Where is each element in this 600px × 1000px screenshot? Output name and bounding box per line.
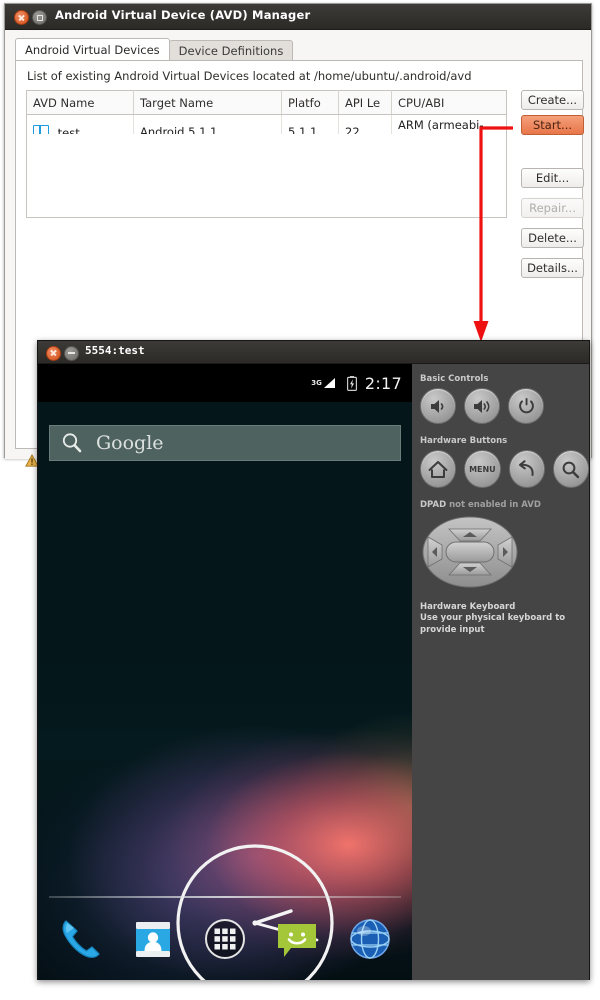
phone-icon[interactable] — [54, 913, 106, 965]
emulator-title: 5554:test — [85, 344, 145, 357]
delete-button[interactable]: Delete... — [521, 228, 584, 248]
close-icon[interactable] — [46, 345, 61, 361]
hardware-buttons-row: MENU — [420, 450, 589, 488]
column-header-target-name[interactable]: Target Name — [133, 90, 282, 115]
power-icon[interactable] — [508, 388, 544, 424]
column-header-platform[interactable]: Platfo — [281, 90, 339, 115]
column-header-cpu-abi[interactable]: CPU/ABI — [391, 90, 507, 115]
status-clock: 2:17 — [364, 373, 402, 393]
create-button[interactable]: Create... — [521, 90, 584, 110]
edit-button[interactable]: Edit... — [521, 168, 584, 188]
menu-icon[interactable]: MENU — [464, 450, 501, 488]
messaging-icon[interactable] — [271, 913, 323, 965]
tab-device-definitions[interactable]: Device Definitions — [168, 40, 294, 61]
hardware-keyboard-text: Use your physical keyboard to provide in… — [420, 613, 566, 635]
search-placeholder-label: Google — [96, 432, 164, 454]
device-screen[interactable]: 3G 2:17 Google — [38, 364, 412, 980]
column-header-api-level[interactable]: API Le — [338, 90, 392, 115]
minimize-icon[interactable] — [64, 345, 79, 361]
hardware-keyboard-title: Hardware Keyboard — [420, 602, 516, 612]
table-empty-area[interactable] — [26, 134, 507, 218]
emulator-body: 3G 2:17 Google Basic Controls Hardware B… — [38, 364, 589, 980]
home-icon[interactable] — [420, 450, 457, 488]
avd-manager-titlebar: Android Virtual Device (AVD) Manager — [5, 4, 591, 30]
browser-icon[interactable] — [344, 913, 396, 965]
contacts-icon[interactable] — [127, 913, 179, 965]
tab-android-virtual-devices[interactable]: Android Virtual Devices — [15, 38, 170, 61]
dpad-label-strong: DPAD — [420, 500, 447, 510]
volume-down-glyph — [430, 399, 443, 413]
signal-bars-icon — [323, 378, 335, 388]
emulator-controls-panel: Basic Controls Hardware Buttons MENU DPA… — [412, 364, 589, 980]
table-header-row: AVD Name Target Name Platfo API Le CPU/A… — [26, 90, 507, 115]
basic-controls-row — [420, 388, 589, 424]
dpad-label-rest: not enabled in AVD — [446, 500, 541, 510]
search-icon — [62, 433, 82, 453]
app-drawer-icon[interactable] — [199, 913, 251, 965]
search-icon[interactable] — [552, 450, 589, 488]
hardware-keyboard-label: Hardware Keyboard Use your physical keyb… — [420, 602, 589, 636]
basic-controls-label: Basic Controls — [420, 374, 489, 384]
status-bar: 3G 2:17 — [38, 364, 412, 402]
volume-down-icon[interactable] — [420, 388, 456, 424]
hardware-buttons-label: Hardware Buttons — [420, 436, 508, 446]
close-icon[interactable] — [14, 10, 29, 25]
home-glyph — [428, 460, 448, 478]
volume-up-glyph — [473, 399, 490, 413]
back-icon[interactable] — [508, 450, 545, 488]
start-button[interactable]: Start... — [521, 115, 584, 135]
maximize-icon[interactable] — [32, 10, 47, 25]
tabstrip: Android Virtual Devices Device Definitio… — [15, 38, 294, 61]
repair-button: Repair... — [521, 198, 584, 218]
battery-charging-icon — [346, 375, 357, 391]
dpad-label: DPAD not enabled in AVD — [420, 500, 589, 510]
search-glyph — [562, 461, 580, 478]
network-type-label: 3G — [311, 379, 322, 387]
details-button[interactable]: Details... — [521, 258, 584, 278]
power-glyph — [518, 398, 534, 414]
back-glyph — [519, 459, 534, 476]
emulator-titlebar: 5554:test — [38, 341, 589, 364]
volume-up-icon[interactable] — [464, 388, 500, 424]
menu-button-label: MENU — [469, 464, 496, 474]
google-search-widget[interactable]: Google — [49, 425, 401, 461]
column-header-avd-name[interactable]: AVD Name — [26, 90, 134, 115]
dpad-icon[interactable] — [422, 516, 518, 588]
emulator-window: 5554:test 3G 2:17 Google Basic Controls … — [37, 340, 590, 980]
avd-manager-title: Android Virtual Device (AVD) Manager — [55, 8, 311, 22]
list-caption: List of existing Android Virtual Devices… — [27, 69, 472, 83]
dock — [38, 898, 412, 980]
